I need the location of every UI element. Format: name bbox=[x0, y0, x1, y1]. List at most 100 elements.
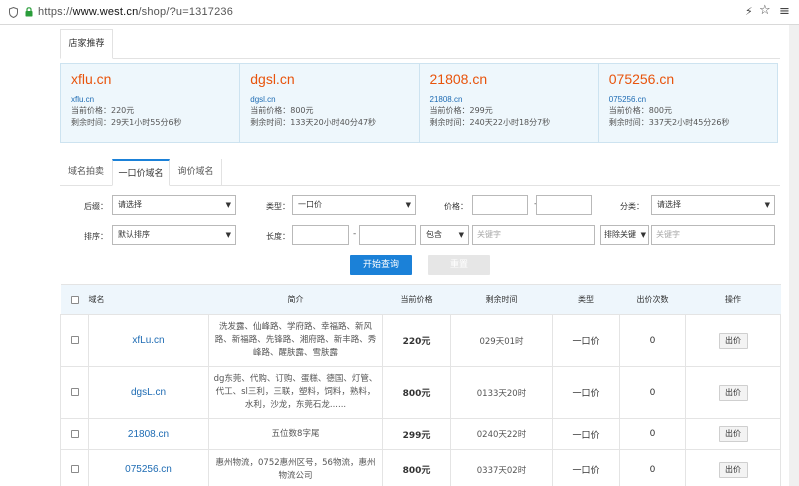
dropdown-arrow-icon: ▼ bbox=[225, 201, 231, 209]
row-bids: 0 bbox=[619, 449, 686, 486]
price-max-input[interactable] bbox=[536, 195, 592, 215]
bid-button[interactable]: 出价 bbox=[718, 426, 748, 442]
row-type: 一口价 bbox=[552, 366, 620, 419]
table-row: 075256.cn 惠州物流，0752惠州区号，56物流，惠州物流公司 800元… bbox=[60, 449, 781, 486]
select-all-checkbox[interactable] bbox=[70, 295, 79, 304]
row-checkbox[interactable] bbox=[70, 336, 79, 344]
type-label: 类型： bbox=[266, 202, 290, 211]
menu-icon[interactable]: ≡ bbox=[779, 4, 790, 19]
recommend-domain[interactable]: 21808.cn bbox=[430, 70, 598, 88]
recommend-link[interactable]: xflu.cn bbox=[71, 94, 239, 105]
category-select[interactable]: 请选择 ▼ bbox=[651, 195, 775, 215]
row-remaining: 0240天22时 bbox=[450, 418, 553, 450]
type-value: 一口价 bbox=[298, 200, 322, 209]
sort-select[interactable]: 默认排序 ▼ bbox=[112, 225, 236, 245]
exclude-select[interactable]: 排除关键 ▼ bbox=[600, 225, 649, 245]
recommend-domain[interactable]: dgsl.cn bbox=[250, 70, 418, 88]
star-icon[interactable]: ☆ bbox=[759, 3, 771, 18]
category-value: 请选择 bbox=[657, 200, 681, 209]
row-bids: 0 bbox=[619, 418, 686, 450]
col-desc: 简介 bbox=[208, 284, 383, 315]
url-path: /shop/?u=1317236 bbox=[138, 6, 234, 18]
row-domain[interactable]: xfLu.cn bbox=[88, 314, 209, 367]
table-header: 域名 简介 当前价格 剩余时间 类型 出价次数 操作 bbox=[60, 284, 781, 315]
row-checkbox-cell bbox=[60, 366, 89, 419]
lock-icon[interactable] bbox=[25, 7, 33, 17]
tab-domain-auction[interactable]: 域名拍卖 bbox=[60, 159, 112, 186]
col-domain: 域名 bbox=[88, 284, 209, 315]
type-select[interactable]: 一口价 ▼ bbox=[292, 195, 416, 215]
recommend-item[interactable]: 21808.cn 21808.cn 当前价格：299元 剩余时间：240天22小… bbox=[420, 64, 599, 142]
dropdown-arrow-icon: ▼ bbox=[640, 231, 646, 239]
category-label: 分类： bbox=[620, 202, 644, 211]
tab-inquiry[interactable]: 询价域名 bbox=[170, 159, 222, 186]
price-min-input[interactable] bbox=[472, 195, 528, 215]
recommend-item[interactable]: 075256.cn 075256.cn 当前价格：800元 剩余时间：337天2… bbox=[599, 64, 777, 142]
shield-icon[interactable] bbox=[9, 7, 18, 18]
row-desc: 五位数8字尾 bbox=[208, 418, 383, 450]
divider bbox=[60, 58, 780, 59]
recommend-item[interactable]: xflu.cn xflu.cn 当前价格：220元 剩余时间：29天1小时55分… bbox=[61, 64, 241, 142]
exclude-value: 排除关键 bbox=[604, 230, 636, 239]
row-checkbox[interactable] bbox=[70, 465, 79, 473]
row-type: 一口价 bbox=[552, 418, 620, 450]
row-checkbox[interactable] bbox=[70, 429, 79, 438]
keyword-input[interactable]: 关键字 bbox=[472, 225, 595, 245]
recommend-remaining: 剩余时间：133天20小时40分47秒 bbox=[250, 118, 377, 127]
row-checkbox[interactable] bbox=[70, 388, 79, 396]
row-remaining: 0133天20时 bbox=[450, 366, 553, 419]
row-remaining: 029天01时 bbox=[450, 314, 553, 367]
sort-label: 排序： bbox=[84, 232, 108, 241]
recommend-link[interactable]: 21808.cn bbox=[430, 94, 598, 105]
row-desc: 惠州物流，0752惠州区号，56物流，惠州物流公司 bbox=[208, 449, 383, 486]
col-type: 类型 bbox=[552, 284, 620, 315]
scrollbar[interactable] bbox=[789, 25, 799, 486]
dropdown-arrow-icon: ▼ bbox=[225, 231, 231, 239]
tab-fixed-price[interactable]: 一口价域名 bbox=[112, 159, 170, 186]
recommend-link[interactable]: 075256.cn bbox=[609, 94, 777, 105]
recommend-price: 当前价格：299元 bbox=[429, 106, 493, 115]
recommend-domain[interactable]: xflu.cn bbox=[71, 70, 239, 88]
reset-button[interactable]: 重置 bbox=[428, 255, 490, 275]
bid-button[interactable]: 出价 bbox=[718, 384, 748, 401]
col-action: 操作 bbox=[685, 284, 781, 315]
bid-button[interactable]: 出价 bbox=[718, 332, 748, 349]
col-price: 当前价格 bbox=[382, 284, 451, 315]
url-field[interactable]: https://www.west.cn/shop/?u=1317236 bbox=[38, 6, 233, 18]
row-domain[interactable]: dgsL.cn bbox=[88, 366, 209, 419]
suffix-label: 后缀： bbox=[84, 202, 108, 211]
length-max-input[interactable] bbox=[359, 225, 416, 245]
recommend-panel: xflu.cn xflu.cn 当前价格：220元 剩余时间：29天1小时55分… bbox=[60, 63, 778, 143]
search-button[interactable]: 开始查询 bbox=[350, 255, 412, 275]
include-value: 包含 bbox=[426, 230, 442, 239]
exclude-keyword-input[interactable]: 关键字 bbox=[651, 225, 775, 245]
recommend-domain[interactable]: 075256.cn bbox=[609, 70, 777, 88]
sort-value: 默认排序 bbox=[118, 230, 150, 239]
row-price: 800元 bbox=[382, 366, 451, 419]
row-checkbox-cell bbox=[60, 449, 89, 486]
recommend-item[interactable]: dgsl.cn dgsl.cn 当前价格：800元 剩余时间：133天20小时4… bbox=[240, 64, 420, 142]
tab-shop-recommend[interactable]: 店家推荐 bbox=[60, 29, 113, 59]
recommend-link[interactable]: dgsl.cn bbox=[250, 94, 418, 105]
dropdown-arrow-icon: ▼ bbox=[405, 201, 411, 209]
recommend-price: 当前价格：800元 bbox=[250, 106, 314, 115]
bid-button[interactable]: 出价 bbox=[718, 461, 748, 478]
lightning-icon[interactable]: ⚡︎ bbox=[745, 5, 753, 18]
include-select[interactable]: 包含 ▼ bbox=[420, 225, 469, 245]
table-row: dgsL.cn dg东莞、代购、订购、蛋糕、德国、灯管、代工、sl三利，三联，塑… bbox=[60, 366, 781, 419]
recommend-price: 当前价格：220元 bbox=[71, 106, 135, 115]
select-all-cell bbox=[60, 284, 89, 315]
price-label: 价格： bbox=[444, 202, 468, 211]
row-desc: dg东莞、代购、订购、蛋糕、德国、灯管、代工、sl三利，三联，塑料，饲料，熟料，… bbox=[208, 366, 383, 419]
recommend-remaining: 剩余时间：240天22小时18分7秒 bbox=[429, 118, 551, 127]
row-domain[interactable]: 21808.cn bbox=[88, 418, 209, 450]
row-price: 800元 bbox=[382, 449, 451, 486]
suffix-select[interactable]: 请选择 ▼ bbox=[112, 195, 236, 215]
url-scheme: https:// bbox=[38, 6, 73, 18]
row-type: 一口价 bbox=[552, 314, 620, 367]
length-min-input[interactable] bbox=[292, 225, 349, 245]
row-checkbox-cell bbox=[60, 418, 89, 450]
col-remaining: 剩余时间 bbox=[450, 284, 553, 315]
row-domain[interactable]: 075256.cn bbox=[88, 449, 209, 486]
recommend-remaining: 剩余时间：29天1小时55分6秒 bbox=[71, 118, 182, 127]
